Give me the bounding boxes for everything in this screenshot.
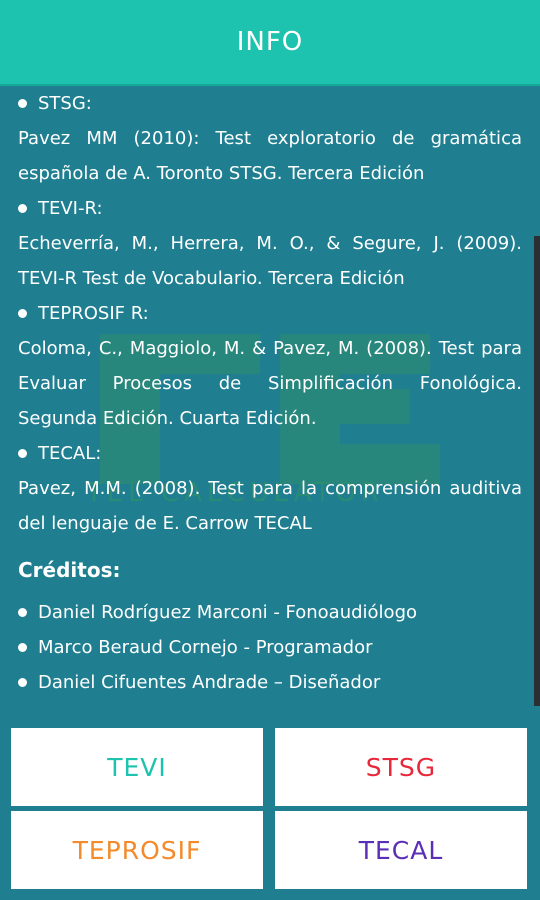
bullet-icon <box>18 678 27 687</box>
reference-label: TEPROSIF R: <box>38 303 149 324</box>
reference-heading: STSG: <box>18 86 522 121</box>
bullet-icon <box>18 309 27 318</box>
reference-heading: TECAL: <box>18 436 522 471</box>
teprosif-button[interactable]: TEPROSIF <box>11 811 263 889</box>
credit-item: Daniel Rodríguez Marconi - Fonoaudiólogo <box>18 595 522 630</box>
reference-citation: Pavez MM (2010): Test exploratorio de gr… <box>18 128 522 184</box>
credits-heading: Créditos: <box>18 558 121 582</box>
bullet-icon <box>18 449 27 458</box>
app-bar: INFO <box>0 0 540 86</box>
reference-citation: Pavez, M.M. (2008). Test para la compren… <box>18 478 522 534</box>
tecal-button[interactable]: TECAL <box>275 811 527 889</box>
reference-label: TEVI-R: <box>38 198 103 219</box>
bullet-icon <box>18 99 27 108</box>
credit-text: Daniel Rodríguez Marconi - Fonoaudiólogo <box>38 602 418 623</box>
credit-text: Marco Beraud Cornejo - Programador <box>38 637 373 658</box>
bullet-icon <box>18 608 27 617</box>
credit-item: Marco Beraud Cornejo - Programador <box>18 630 522 665</box>
tevi-button[interactable]: TEVI <box>11 728 263 806</box>
reference-heading: TEPROSIF R: <box>18 296 522 331</box>
reference-label: TECAL: <box>38 443 102 464</box>
scrollbar[interactable] <box>534 236 540 706</box>
page-title: INFO <box>236 27 304 57</box>
stsg-button[interactable]: STSG <box>275 728 527 806</box>
reference-heading: TEVI-R: <box>18 191 522 226</box>
reference-citation: Coloma, C., Maggiolo, M. & Pavez, M. (20… <box>18 338 522 429</box>
credit-item: Daniel Cifuentes Andrade – Diseñador <box>18 665 522 700</box>
bullet-icon <box>18 204 27 213</box>
references-text: STSG: Pavez MM (2010): Test exploratorio… <box>18 86 522 700</box>
info-content[interactable]: TEL CALCULATOR STSG: Pavez MM (2010): Te… <box>0 86 540 718</box>
test-buttons-panel: TEVI STSG TEPROSIF TECAL <box>0 718 540 900</box>
credit-text: Daniel Cifuentes Andrade – Diseñador <box>38 672 381 693</box>
credits-list: Daniel Rodríguez Marconi - Fonoaudiólogo… <box>18 595 522 700</box>
bullet-icon <box>18 643 27 652</box>
reference-label: STSG: <box>38 93 92 114</box>
reference-citation: Echeverría, M., Herrera, M. O., & Segure… <box>18 233 522 289</box>
